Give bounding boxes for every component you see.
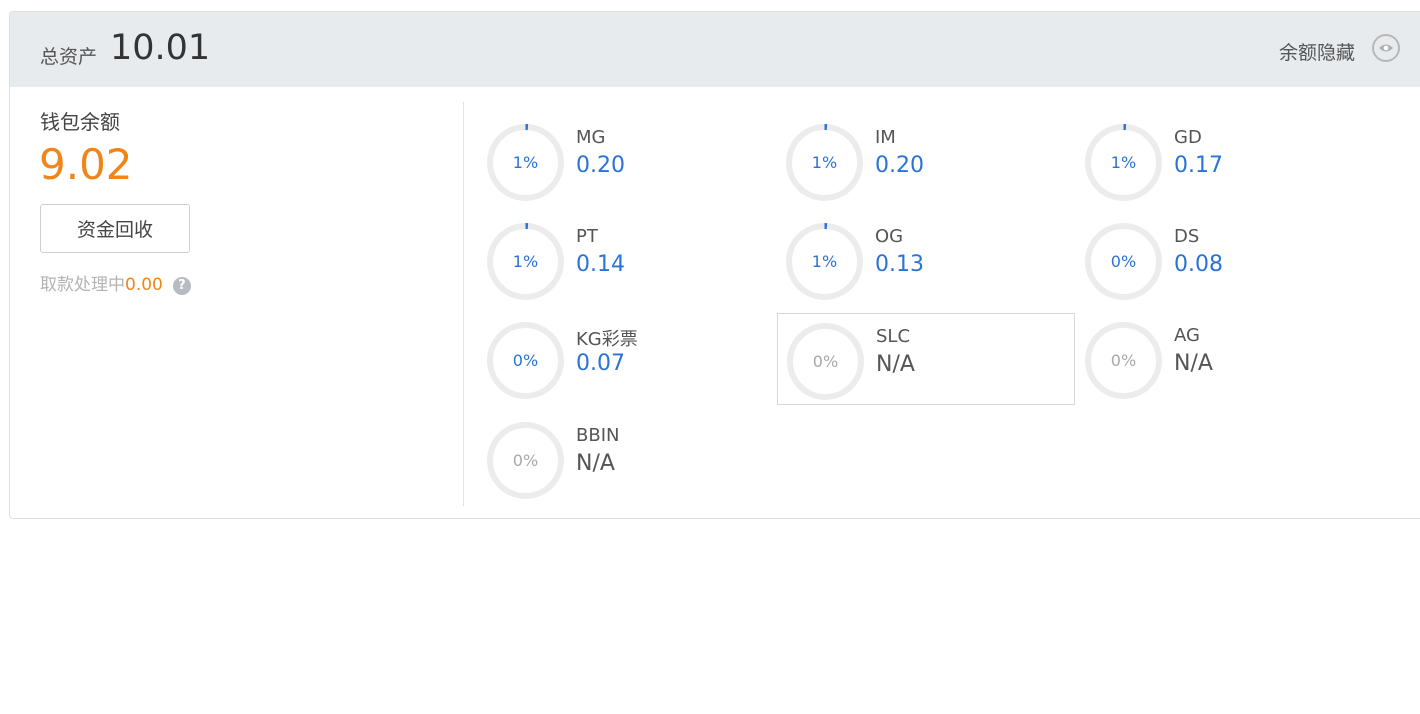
hide-balance-label[interactable]: 余额隐藏 [1279, 38, 1355, 65]
percent-label: 0% [512, 351, 539, 370]
platform-balance: 0.20 [576, 153, 625, 178]
platform-balance: 0.07 [576, 351, 625, 376]
assets-panel: 总资产 10.01 余额隐藏 钱包余额 9.02 资金回收 取款处理中0.00?… [9, 11, 1420, 519]
percent-ring: 1% [1084, 123, 1163, 202]
platform-balance: N/A [876, 352, 915, 377]
percent-ring: 1% [785, 123, 864, 202]
platform-item[interactable]: 0% AG N/A [1076, 313, 1374, 405]
percent-ring: 0% [486, 321, 565, 400]
percent-label: 1% [512, 252, 539, 271]
platform-name: MG [576, 127, 606, 148]
assets-header: 总资产 10.01 余额隐藏 [10, 12, 1420, 87]
total-assets-value: 10.01 [110, 28, 211, 68]
platform-item[interactable]: 1% OG 0.13 [777, 214, 1075, 306]
platform-item[interactable]: 0% DS 0.08 [1076, 214, 1374, 306]
withdrawal-pending-value: 0.00 [125, 275, 163, 295]
platform-name: OG [875, 226, 904, 247]
section-divider [463, 102, 464, 506]
percent-label: 1% [811, 252, 838, 271]
platform-item[interactable]: 1% GD 0.17 [1076, 115, 1374, 207]
percent-ring: 1% [486, 123, 565, 202]
platform-name: GD [1174, 127, 1202, 148]
platform-name: BBIN [576, 425, 620, 446]
percent-ring: 0% [486, 421, 565, 500]
total-assets-label: 总资产 [40, 46, 98, 68]
platform-item[interactable]: 0% KG彩票 0.07 [478, 313, 776, 405]
recover-funds-button[interactable]: 资金回收 [40, 204, 190, 253]
percent-ring: 0% [1084, 321, 1163, 400]
platform-item[interactable]: 1% IM 0.20 [777, 115, 1075, 207]
platform-balance: 0.17 [1174, 153, 1223, 178]
percent-label: 1% [811, 153, 838, 172]
platform-name: PT [576, 226, 598, 247]
platform-balance: N/A [1174, 351, 1213, 376]
platform-item[interactable]: 1% PT 0.14 [478, 214, 776, 306]
percent-label: 1% [1110, 153, 1137, 172]
platform-balance: 0.20 [875, 153, 924, 178]
percent-label: 0% [1110, 252, 1137, 271]
percent-label: 0% [812, 352, 839, 371]
question-icon[interactable]: ? [172, 277, 191, 295]
platform-item[interactable]: 0% SLC N/A [777, 313, 1075, 405]
platform-balance: N/A [576, 451, 615, 476]
eye-icon[interactable] [1372, 34, 1400, 62]
platform-item[interactable]: 1% MG 0.20 [478, 115, 776, 207]
percent-label: 0% [512, 451, 539, 470]
platform-name: IM [875, 127, 896, 148]
percent-ring: 1% [785, 222, 864, 301]
withdrawal-pending-label: 取款处理中 [40, 275, 125, 295]
platform-balance: 0.14 [576, 252, 625, 277]
platform-name: DS [1174, 226, 1200, 247]
percent-label: 1% [512, 153, 539, 172]
platform-name: AG [1174, 325, 1200, 346]
wallet-balance-value: 9.02 [39, 140, 133, 189]
platform-balance: 0.08 [1174, 252, 1223, 277]
percent-ring: 0% [786, 322, 865, 401]
wallet-balance-label: 钱包余额 [40, 110, 120, 134]
platform-balance: 0.13 [875, 252, 924, 277]
platform-item[interactable]: 0% BBIN N/A [478, 413, 776, 505]
platform-name: SLC [876, 326, 911, 347]
platform-name: KG彩票 [576, 329, 638, 350]
percent-ring: 0% [1084, 222, 1163, 301]
percent-label: 0% [1110, 351, 1137, 370]
withdrawal-pending: 取款处理中0.00? [40, 270, 191, 295]
percent-ring: 1% [486, 222, 565, 301]
